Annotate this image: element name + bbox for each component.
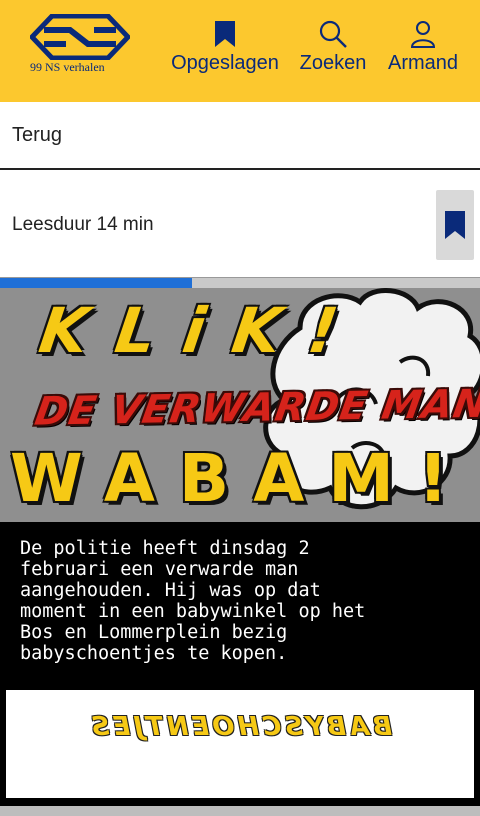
nav-search-label: Zoeken xyxy=(299,52,367,74)
comic-panel-shoes: BABYSCHOENTJES xyxy=(6,690,474,798)
nav-saved[interactable]: Opgeslagen xyxy=(170,18,280,75)
bookmark-icon xyxy=(445,211,465,239)
user-icon xyxy=(384,18,462,50)
ns-logo-icon xyxy=(30,14,130,60)
logo-subtitle: 99 NS verhalen xyxy=(30,60,105,74)
back-label: Terug xyxy=(12,124,63,146)
comic-panel-title: KLiK! WABAM! DE VERWARDE MAN xyxy=(0,288,480,522)
next-panel-edge xyxy=(0,806,480,816)
back-button[interactable]: Terug xyxy=(0,102,480,170)
app-header: 99 NS verhalen Opgeslagen Zoeken Armand xyxy=(0,0,480,102)
comic-panel-caption: De politie heeft dinsdag 2 februari een … xyxy=(0,522,480,816)
reading-time: Leesduur 14 min xyxy=(12,214,154,235)
bookmark-icon xyxy=(170,18,280,50)
nav-saved-label: Opgeslagen xyxy=(171,52,279,74)
nav-account-label: Armand xyxy=(387,52,459,74)
panel-lettering: BABYSCHOENTJES xyxy=(87,712,393,742)
nav-account[interactable]: Armand xyxy=(384,18,462,75)
nav-search[interactable]: Zoeken xyxy=(296,18,370,75)
sound-effect-top: KLiK! xyxy=(34,294,371,367)
reading-progress-fill xyxy=(0,278,192,288)
story-caption: De politie heeft dinsdag 2 februari een … xyxy=(20,538,366,664)
story-title: DE VERWARDE MAN xyxy=(31,381,480,435)
article-meta: Leesduur 14 min xyxy=(0,170,480,278)
reading-progress xyxy=(0,278,480,288)
sound-effect-bottom: WABAM! xyxy=(10,440,473,517)
save-article-button[interactable] xyxy=(436,190,474,260)
search-icon xyxy=(296,18,370,50)
